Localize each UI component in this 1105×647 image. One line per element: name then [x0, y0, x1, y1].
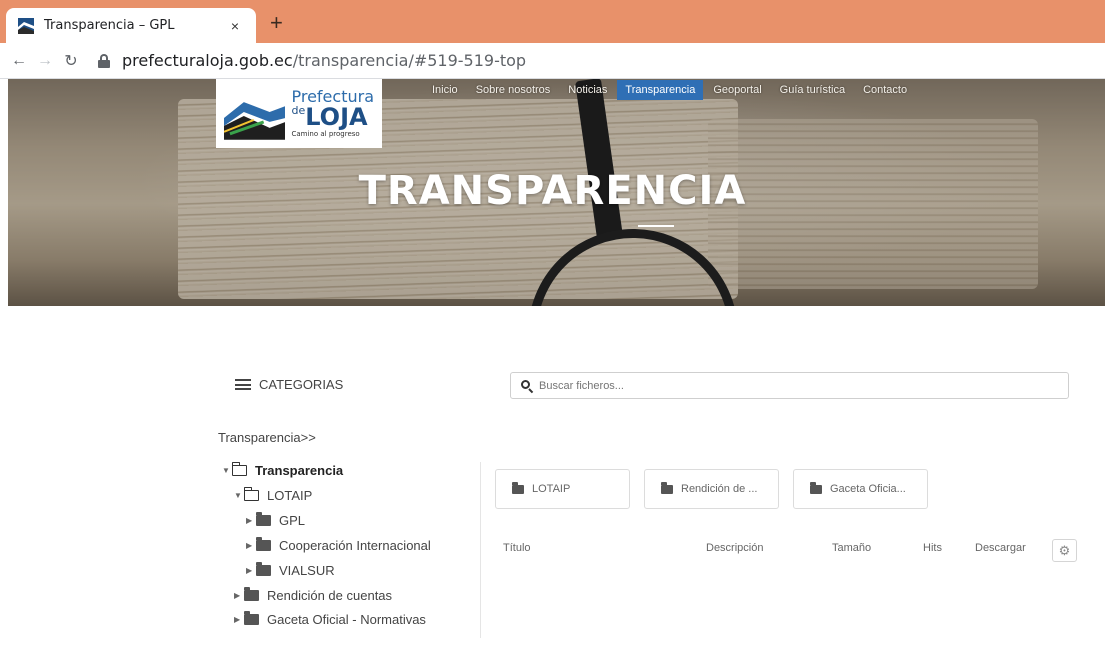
- address-bar[interactable]: prefecturaloja.gob.ec/transparencia/#519…: [122, 51, 526, 70]
- folder-icon: [661, 481, 673, 494]
- tree-item-label: LOTAIP: [267, 488, 313, 503]
- logo-tagline: Camino al progreso: [291, 130, 360, 138]
- reload-icon[interactable]: ↻: [58, 51, 84, 71]
- folder-card-label: Gaceta Oficia...: [830, 483, 906, 495]
- search-box: [510, 372, 1069, 399]
- folder-card-rendicion[interactable]: Rendición de ...: [644, 469, 779, 509]
- tree-item-vialsur[interactable]: ▶ VIALSUR: [246, 562, 335, 578]
- tree-item-gpl[interactable]: ▶ GPL: [246, 512, 306, 528]
- tree-item-cooperacion-internacional[interactable]: ▶ Cooperación Internacional: [246, 537, 431, 553]
- forward-arrow-icon[interactable]: →: [32, 52, 58, 70]
- tree-item-transparencia[interactable]: ▼ Transparencia: [222, 462, 344, 478]
- folder-icon: [256, 562, 271, 576]
- gear-icon[interactable]: ⚙: [1052, 539, 1077, 562]
- caret-right-icon[interactable]: ▶: [246, 566, 256, 575]
- folder-card-gaceta[interactable]: Gaceta Oficia...: [793, 469, 928, 509]
- site-favicon-icon: [18, 17, 34, 34]
- tab-title: Transparencia – GPL: [44, 18, 175, 33]
- nav-inicio[interactable]: Inicio: [424, 80, 466, 100]
- nav-sobre-nosotros[interactable]: Sobre nosotros: [468, 80, 559, 100]
- tree-item-lotaip[interactable]: ▼ LOTAIP: [234, 487, 313, 503]
- browser-tab-strip: Transparencia – GPL × +: [0, 0, 1105, 43]
- column-header-tamano[interactable]: Tamaño: [832, 542, 871, 554]
- main-navigation: Inicio Sobre nosotros Noticias Transpare…: [424, 79, 917, 101]
- panel-divider: [480, 462, 481, 638]
- column-header-descripcion[interactable]: Descripción: [706, 542, 763, 554]
- caret-right-icon[interactable]: ▶: [246, 516, 256, 525]
- nav-transparencia[interactable]: Transparencia: [617, 80, 704, 100]
- new-tab-button[interactable]: +: [270, 12, 283, 34]
- nav-guia-turistica[interactable]: Guía turística: [772, 80, 853, 100]
- caret-right-icon[interactable]: ▶: [234, 615, 244, 624]
- tree-item-label: Cooperación Internacional: [279, 538, 431, 553]
- folder-icon: [256, 537, 271, 551]
- column-header-titulo[interactable]: Título: [503, 542, 531, 554]
- column-header-descargar[interactable]: Descargar: [975, 542, 1026, 554]
- categories-label: CATEGORIAS: [259, 377, 344, 392]
- caret-down-icon[interactable]: ▼: [234, 491, 244, 500]
- folder-icon: [810, 481, 822, 494]
- caret-right-icon[interactable]: ▶: [246, 541, 256, 550]
- back-arrow-icon[interactable]: ←: [6, 52, 32, 70]
- nav-contacto[interactable]: Contacto: [855, 80, 915, 100]
- tree-item-label: VIALSUR: [279, 563, 335, 578]
- site-logo[interactable]: Prefectura deLOJA Camino al progreso: [216, 79, 382, 148]
- title-underline: [638, 225, 674, 227]
- menu-icon: [235, 379, 251, 390]
- folder-icon: [512, 481, 524, 494]
- tree-item-label: Rendición de cuentas: [267, 588, 393, 603]
- close-tab-icon[interactable]: ×: [226, 18, 244, 34]
- folder-open-icon: [231, 462, 247, 476]
- breadcrumb[interactable]: Transparencia>>: [218, 430, 316, 445]
- nav-geoportal[interactable]: Geoportal: [705, 80, 769, 100]
- tree-item-label: GPL: [279, 513, 306, 528]
- tree-item-label: Transparencia: [255, 463, 344, 478]
- logo-text-loja: deLOJA: [291, 105, 374, 129]
- url-path: /transparencia/#519-519-top: [292, 51, 527, 70]
- browser-tab[interactable]: Transparencia – GPL ×: [6, 8, 256, 43]
- page-title: TRANSPARENCIA: [358, 168, 747, 214]
- tree-item-label: Gaceta Oficial - Normativas: [267, 612, 426, 627]
- caret-right-icon[interactable]: ▶: [234, 591, 244, 600]
- logo-text-de: de: [291, 104, 306, 117]
- lock-icon[interactable]: [98, 53, 110, 68]
- folder-open-icon: [243, 487, 259, 501]
- folder-card-label: Rendición de ...: [681, 483, 758, 495]
- url-domain: prefecturaloja.gob.ec: [122, 51, 293, 70]
- search-icon: [521, 379, 534, 393]
- folder-icon: [244, 611, 259, 625]
- tree-item-gaceta-oficial[interactable]: ▶ Gaceta Oficial - Normativas: [234, 611, 426, 627]
- folder-icon: [256, 512, 271, 526]
- column-header-hits[interactable]: Hits: [923, 542, 942, 554]
- browser-toolbar: ← → ↻ prefecturaloja.gob.ec/transparenci…: [0, 43, 1105, 79]
- search-input[interactable]: [539, 379, 1039, 392]
- nav-noticias[interactable]: Noticias: [560, 80, 615, 100]
- caret-down-icon[interactable]: ▼: [222, 466, 232, 475]
- folder-card-label: LOTAIP: [532, 483, 571, 495]
- logo-mountain-icon: [224, 101, 286, 140]
- folder-icon: [244, 587, 259, 601]
- folder-card-lotaip[interactable]: LOTAIP: [495, 469, 630, 509]
- categories-toggle[interactable]: CATEGORIAS: [235, 377, 343, 392]
- tree-item-rendicion-de-cuentas[interactable]: ▶ Rendición de cuentas: [234, 587, 393, 603]
- logo-text-loja-word: LOJA: [305, 103, 368, 131]
